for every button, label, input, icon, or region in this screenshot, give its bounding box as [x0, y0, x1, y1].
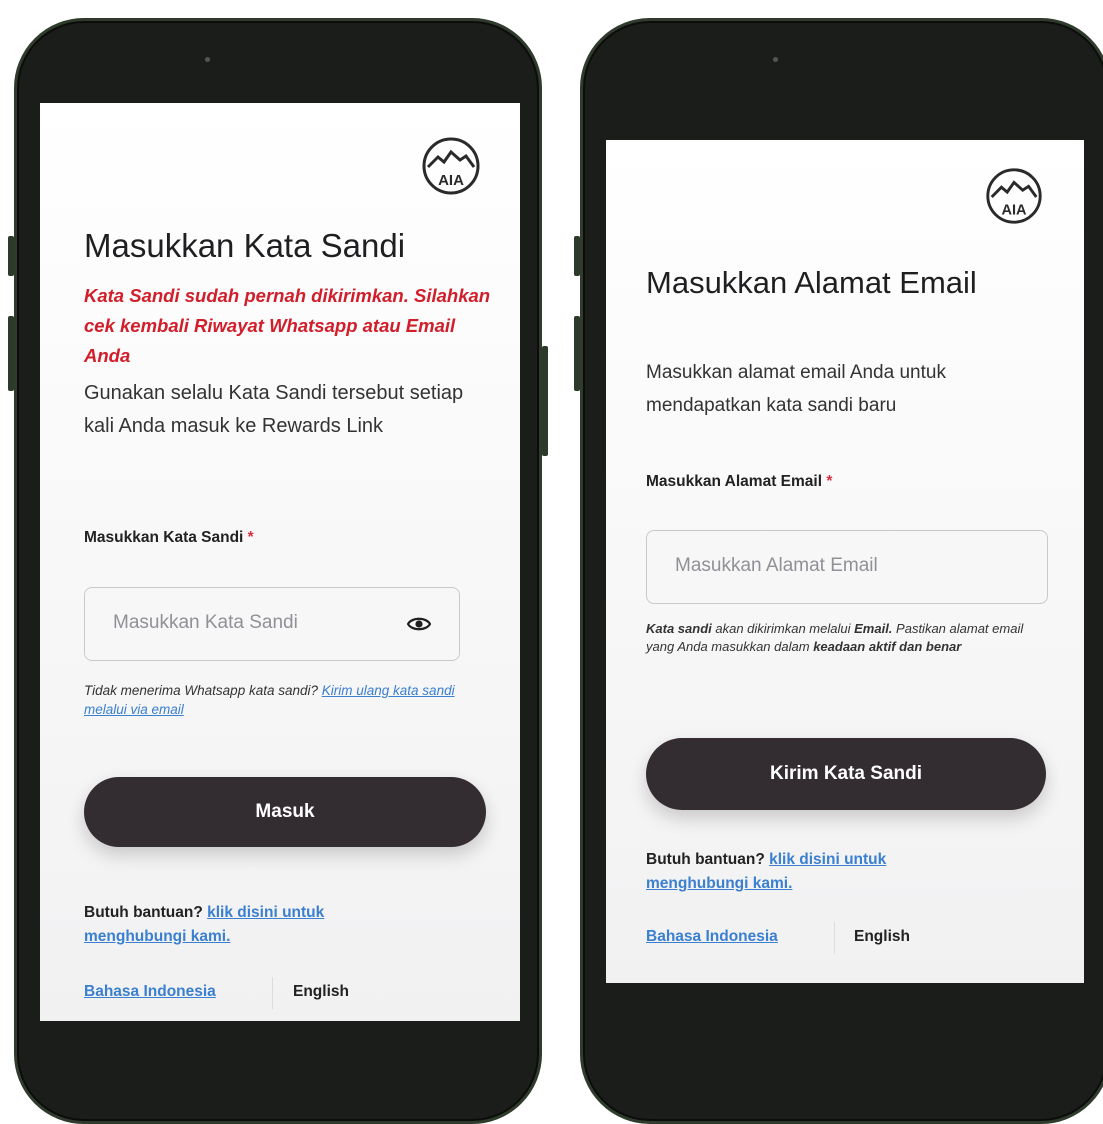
email-input[interactable]: Masukkan Alamat Email — [646, 530, 1048, 604]
page-title: Masukkan Kata Sandi — [84, 227, 406, 264]
side-button — [8, 236, 14, 276]
note-bold-3: keadaan aktif dan benar — [813, 639, 962, 654]
svg-text:AIA: AIA — [1001, 202, 1027, 218]
side-button — [8, 316, 14, 391]
password-placeholder: Masukkan Kata Sandi — [113, 612, 298, 633]
help-label: Butuh bantuan? — [84, 904, 203, 921]
lang-bahasa-indonesia[interactable]: Bahasa Indonesia — [646, 928, 778, 946]
help-label: Butuh bantuan? — [646, 851, 765, 868]
email-note: Kata sandi akan dikirimkan melalui Email… — [646, 620, 1046, 656]
email-placeholder: Masukkan Alamat Email — [675, 555, 878, 576]
warning-message: Kata Sandi sudah pernah dikirimkan. Sila… — [84, 285, 491, 366]
description-text: Gunakan selalu Kata Sandi tersebut setia… — [84, 382, 464, 437]
send-password-button[interactable]: Kirim Kata Sandi — [646, 738, 1046, 810]
resend-hint: Tidak menerima Whatsapp kata sandi? Kiri… — [84, 681, 489, 719]
help-text: Butuh bantuan? klik disini untuk menghub… — [84, 901, 404, 949]
lang-bahasa-indonesia[interactable]: Bahasa Indonesia — [84, 983, 216, 1001]
side-button — [574, 316, 580, 391]
login-password-screen: AIA Masukkan Kata Sandi Kata Sandi sudah… — [40, 103, 520, 1021]
note-text-1: akan dikirimkan melalui — [715, 621, 851, 636]
email-label-text: Masukkan Alamat Email — [646, 473, 823, 490]
required-mark: * — [826, 473, 833, 490]
description-text: Masukkan alamat email Anda untuk mendapa… — [646, 362, 946, 416]
lang-english[interactable]: English — [854, 928, 910, 946]
required-mark: * — [247, 529, 254, 546]
phone-frame-left: AIA Masukkan Kata Sandi Kata Sandi sudah… — [8, 18, 548, 1124]
note-bold-1: Kata sandi — [646, 621, 712, 636]
page-title: Masukkan Alamat Email — [646, 265, 977, 300]
side-button — [542, 346, 548, 456]
divider — [834, 922, 835, 954]
password-label: Masukkan Kata Sandi * — [84, 529, 254, 547]
svg-text:AIA: AIA — [438, 172, 464, 189]
note-bold-2: Email. — [854, 621, 893, 636]
lang-english[interactable]: English — [293, 983, 349, 1001]
phone-frame-right: AIA Masukkan Alamat Email Masukkan alama… — [574, 18, 1103, 1124]
camera-dot — [773, 57, 778, 62]
login-button[interactable]: Masuk — [84, 777, 486, 847]
password-input[interactable]: Masukkan Kata Sandi — [84, 587, 460, 661]
aia-logo-icon: AIA — [986, 168, 1042, 224]
eye-icon[interactable] — [407, 614, 431, 634]
email-input-screen: AIA Masukkan Alamat Email Masukkan alama… — [606, 140, 1084, 983]
email-label: Masukkan Alamat Email * — [646, 473, 832, 491]
divider — [272, 977, 273, 1009]
side-button — [574, 236, 580, 276]
resend-hint-text: Tidak menerima Whatsapp kata sandi? — [84, 683, 318, 698]
help-text: Butuh bantuan? klik disini untuk menghub… — [646, 848, 966, 896]
password-label-text: Masukkan Kata Sandi — [84, 529, 244, 546]
aia-logo-icon: AIA — [422, 137, 480, 195]
camera-dot — [205, 57, 210, 62]
